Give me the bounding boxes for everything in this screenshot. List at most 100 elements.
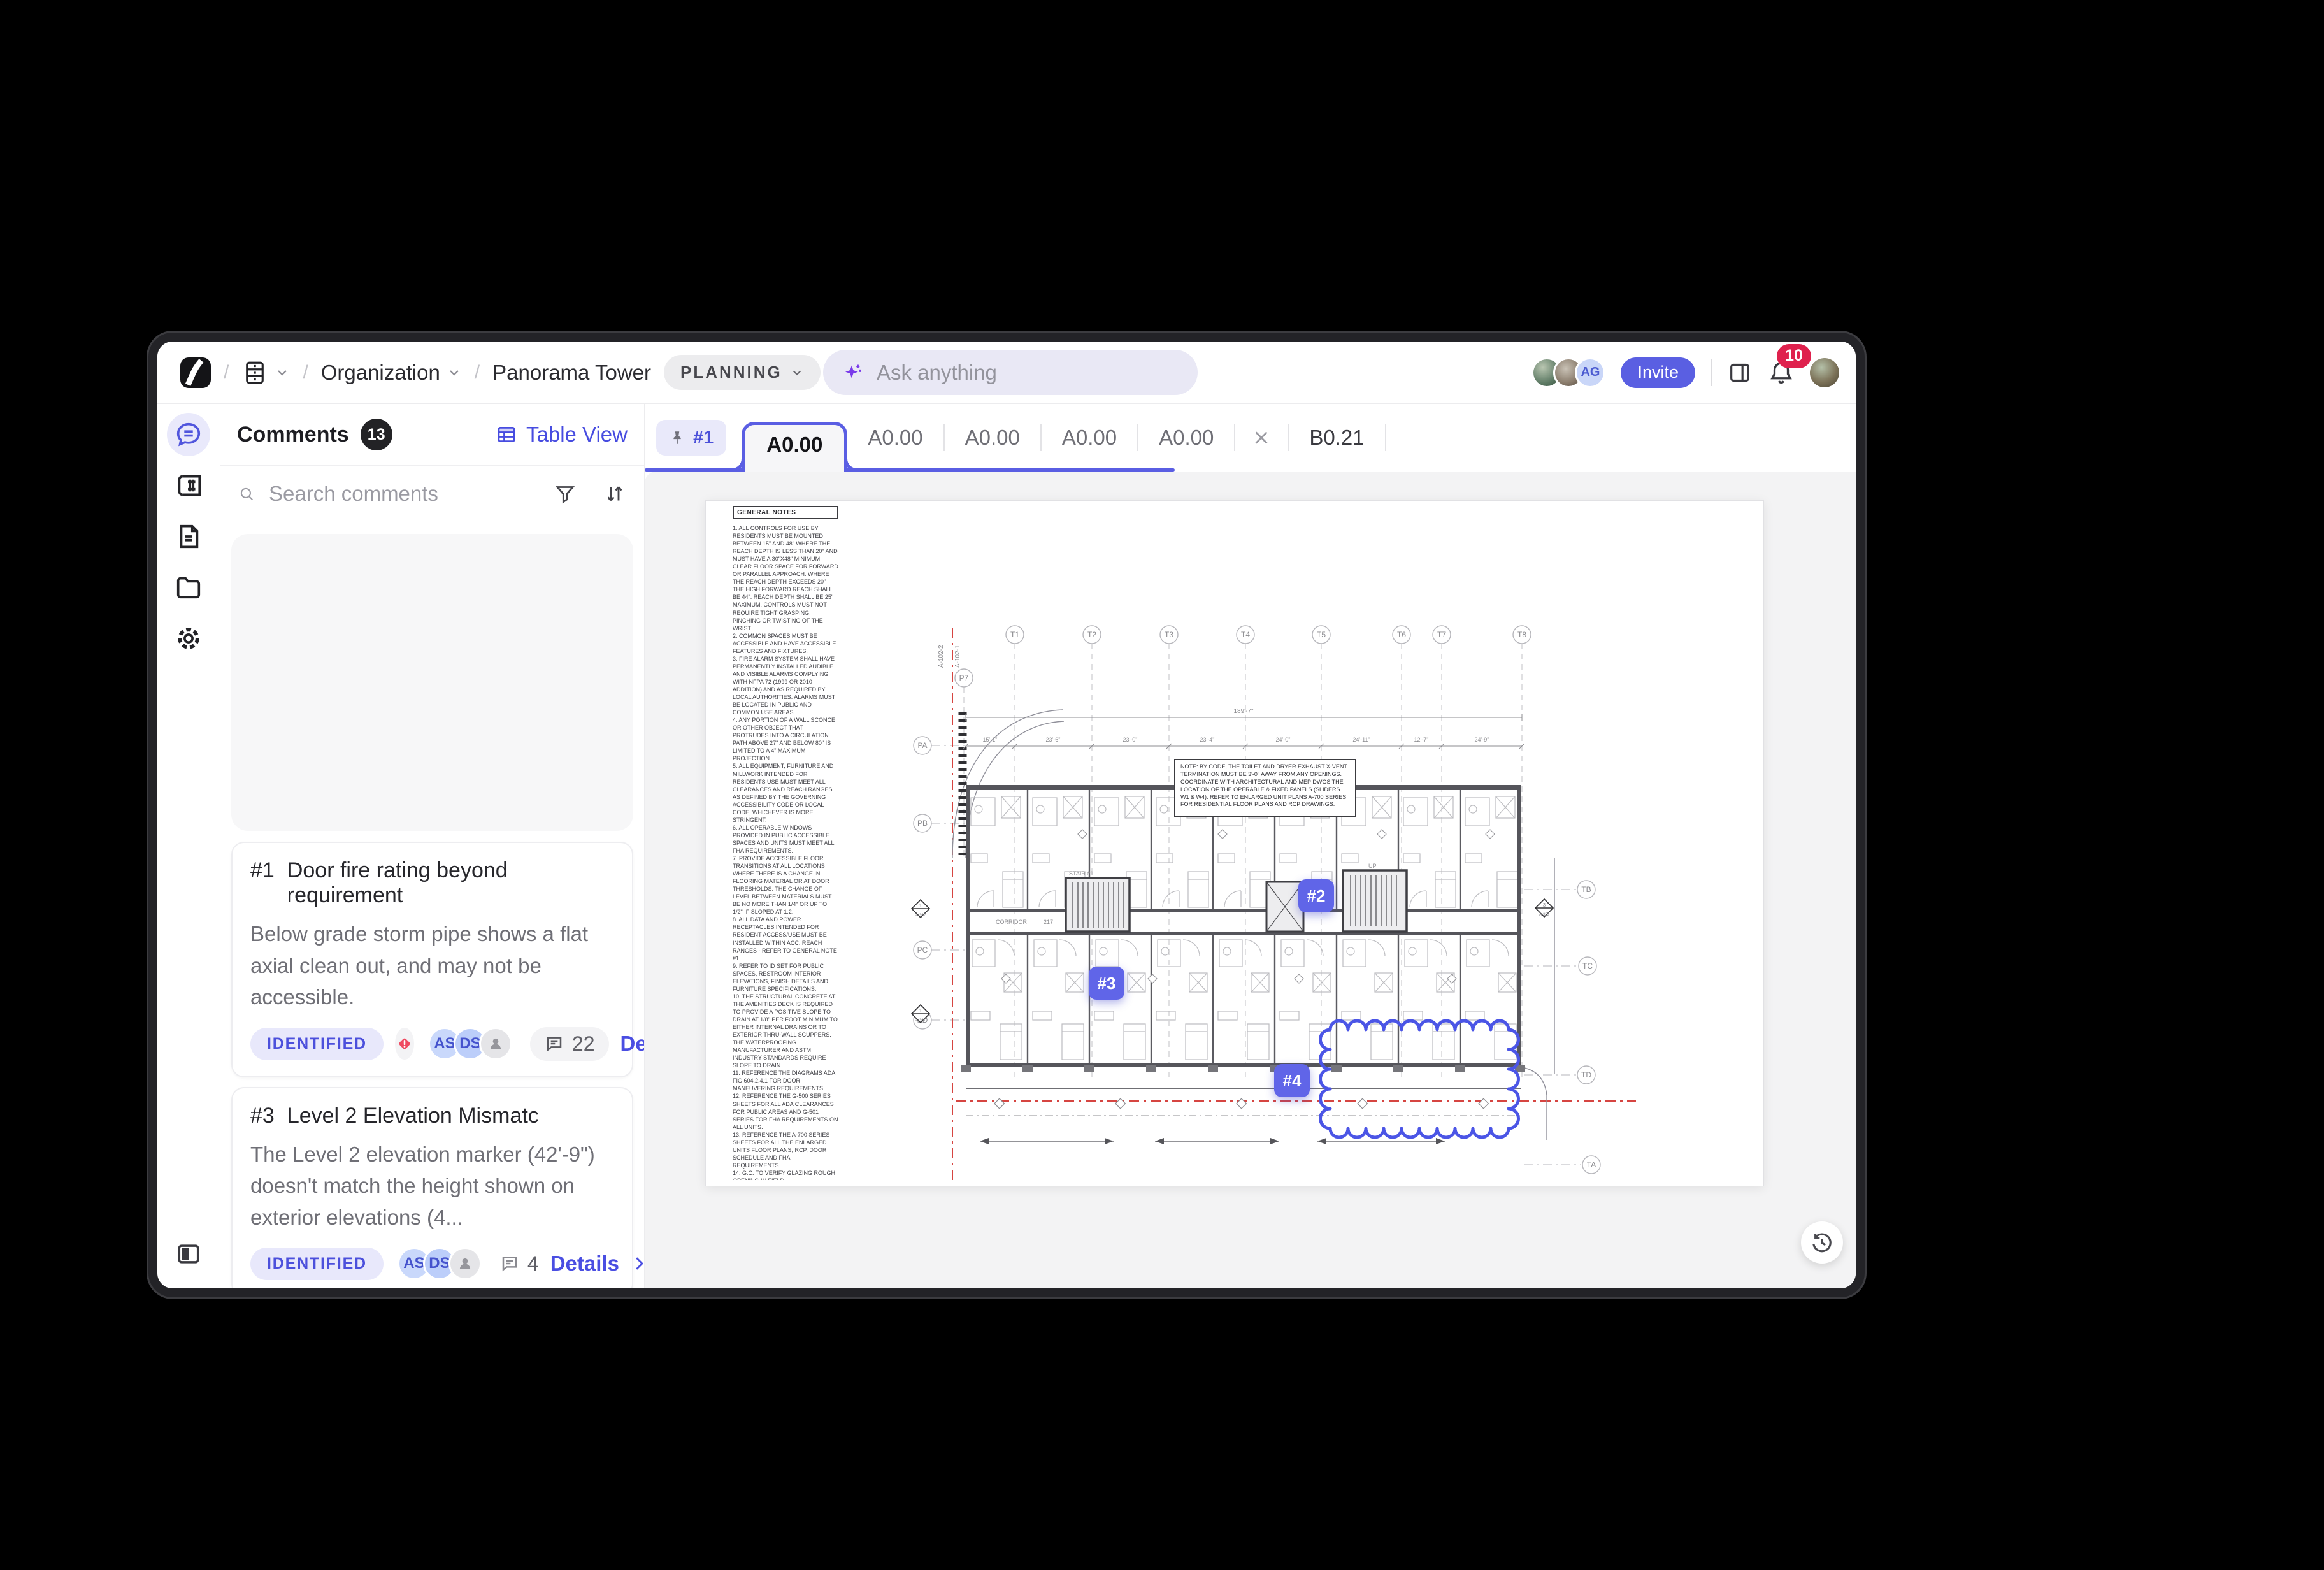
comments-list: #1 Door fire rating beyond requirement B… — [220, 522, 644, 1288]
comment-marker-2[interactable]: #2 — [1298, 879, 1334, 912]
table-view-button[interactable]: Table View — [496, 422, 628, 447]
comment-marker-4[interactable]: #4 — [1274, 1064, 1310, 1097]
ask-anything-bar[interactable] — [823, 350, 1198, 395]
chevron-down-icon — [275, 365, 290, 380]
comments-panel: Comments 13 Table View — [220, 404, 645, 1288]
tab-sheet-active[interactable]: A0.00 — [742, 422, 847, 472]
sort-icon[interactable] — [603, 482, 626, 505]
sparkle-icon — [842, 361, 864, 385]
pin-icon — [669, 429, 685, 446]
comment-count: 4 — [527, 1252, 539, 1276]
svg-text:3: 3 — [1543, 902, 1546, 908]
table-view-label: Table View — [526, 422, 628, 447]
comment-title-row: #1 Door fire rating beyond requirement — [250, 858, 614, 908]
avatar-anonymous — [448, 1247, 482, 1280]
svg-text:PA: PA — [917, 741, 927, 750]
svg-text:T5: T5 — [1317, 630, 1326, 639]
rail-item-sheets[interactable] — [167, 464, 210, 507]
ask-anything-input[interactable] — [875, 360, 1179, 385]
breadcrumb-separator: / — [475, 362, 480, 384]
status-badge: IDENTIFIED — [250, 1028, 384, 1060]
layout-panel-icon[interactable] — [1727, 360, 1753, 385]
details-link[interactable]: Details — [620, 1032, 645, 1056]
blueprint-icon — [174, 471, 203, 500]
svg-text:TA: TA — [1587, 1160, 1596, 1169]
svg-text:12'-7": 12'-7" — [1414, 737, 1429, 743]
filter-icon[interactable] — [554, 482, 577, 505]
search-icon — [238, 482, 255, 505]
comment-title-row: #3 Level 2 Elevation Mismatc — [250, 1104, 614, 1128]
sheet-viewer: #1 A0.00 A0.00 A0.00 A0.00 A0.00 B0.21 — [645, 404, 1856, 1288]
svg-text:A-102-2: A-102-2 — [938, 645, 945, 668]
comment-card[interactable]: #3 Level 2 Elevation Mismatc The Level 2… — [231, 1087, 633, 1289]
comment-card[interactable]: #1 Door fire rating beyond requirement B… — [231, 842, 633, 1077]
comment-footer: IDENTIFIED AS DS — [250, 1027, 614, 1061]
svg-text:A-102-1: A-102-1 — [954, 645, 961, 668]
collapse-panel-icon — [175, 1240, 203, 1268]
profile-avatar[interactable] — [1810, 358, 1839, 387]
comment-id: #3 — [250, 1104, 275, 1128]
notifications-button[interactable]: 10 — [1768, 359, 1795, 386]
history-icon — [1809, 1230, 1835, 1255]
rail-item-comments[interactable] — [167, 413, 210, 456]
rail-item-documents[interactable] — [167, 515, 210, 558]
tab-sheet[interactable]: A0.00 — [1042, 426, 1137, 450]
invite-button[interactable]: Invite — [1621, 357, 1695, 388]
svg-text:15'-1": 15'-1" — [983, 737, 998, 743]
chat-bubble-icon — [499, 1253, 520, 1274]
svg-text:T8: T8 — [1517, 630, 1526, 639]
svg-text:24'-0": 24'-0" — [1276, 737, 1291, 743]
chevron-right-icon — [629, 1254, 644, 1273]
chevron-down-icon — [447, 365, 462, 380]
svg-text:T1: T1 — [1010, 630, 1019, 639]
comment-count-chip: 22 — [530, 1027, 609, 1061]
left-rail — [157, 404, 220, 1288]
gear-icon — [174, 624, 203, 653]
version-history-button[interactable] — [1801, 1221, 1843, 1264]
close-tab-icon[interactable] — [1251, 427, 1272, 449]
drawer-icon — [241, 359, 268, 386]
avatar-initials[interactable]: AG — [1575, 357, 1605, 388]
comment-marker-3[interactable]: #3 — [1089, 967, 1124, 1000]
svg-text:A-302: A-302 — [915, 914, 926, 918]
workspace-switcher[interactable] — [241, 359, 290, 386]
drawing-sheet[interactable]: T1T2T3T4T5T6T7T8 P7PAPBPCPD TBTCTDTA A-1… — [705, 500, 1764, 1186]
details-link[interactable]: Details — [550, 1251, 644, 1276]
app-logo-icon[interactable] — [180, 357, 211, 388]
comment-bubble-icon — [174, 420, 203, 449]
rail-item-files[interactable] — [167, 566, 210, 609]
svg-text:23'-6": 23'-6" — [1046, 737, 1061, 743]
svg-text:24'-9": 24'-9" — [1475, 737, 1489, 743]
svg-text:T7: T7 — [1437, 630, 1446, 639]
svg-text:UP: UP — [1368, 863, 1377, 869]
svg-text:A-301: A-301 — [915, 1019, 926, 1023]
breadcrumb-organization[interactable]: Organization — [321, 361, 462, 385]
breadcrumb-project[interactable]: Panorama Tower — [492, 361, 651, 385]
svg-text:TD: TD — [1581, 1070, 1591, 1079]
plan-note-box: NOTE: BY CODE, THE TOILET AND DRYER EXHA… — [1174, 759, 1356, 817]
chevron-down-icon — [790, 366, 804, 380]
rail-item-settings[interactable] — [167, 617, 210, 660]
comments-count-badge: 13 — [361, 419, 392, 450]
svg-text:217: 217 — [1044, 919, 1053, 925]
collapse-sidebar-button[interactable] — [167, 1232, 210, 1276]
pinned-comment-chip[interactable]: #1 — [656, 420, 726, 456]
tab-sheet[interactable]: A0.00 — [945, 426, 1040, 450]
comment-count-chip: 4 — [499, 1252, 539, 1276]
search-comments-input[interactable] — [268, 481, 541, 507]
tab-sheet[interactable]: B0.21 — [1289, 426, 1384, 450]
collaborator-avatars[interactable]: AG — [1531, 357, 1605, 388]
topbar-right-cluster: AG Invite 10 — [1531, 342, 1839, 403]
drawing-canvas[interactable]: T1T2T3T4T5T6T7T8 P7PAPBPCPD TBTCTDTA A-1… — [645, 472, 1856, 1288]
details-label: Details — [620, 1032, 645, 1056]
project-status-badge[interactable]: PLANNING — [664, 355, 821, 390]
floor-plan-drawing: T1T2T3T4T5T6T7T8 P7PAPBPCPD TBTCTDTA A-1… — [706, 501, 1763, 1186]
topbar: / / Organization / Panorama Tower PLANNI… — [157, 342, 1856, 404]
detail-callouts: 1A-302 1A-301 3A-352 — [912, 899, 1553, 1023]
svg-text:T3: T3 — [1165, 630, 1173, 639]
svg-text:23'-0": 23'-0" — [1123, 737, 1138, 743]
avatar-anonymous — [479, 1027, 512, 1060]
svg-text:PC: PC — [917, 946, 928, 954]
tab-sheet[interactable]: A0.00 — [847, 426, 943, 450]
tab-sheet[interactable]: A0.00 — [1138, 426, 1234, 450]
